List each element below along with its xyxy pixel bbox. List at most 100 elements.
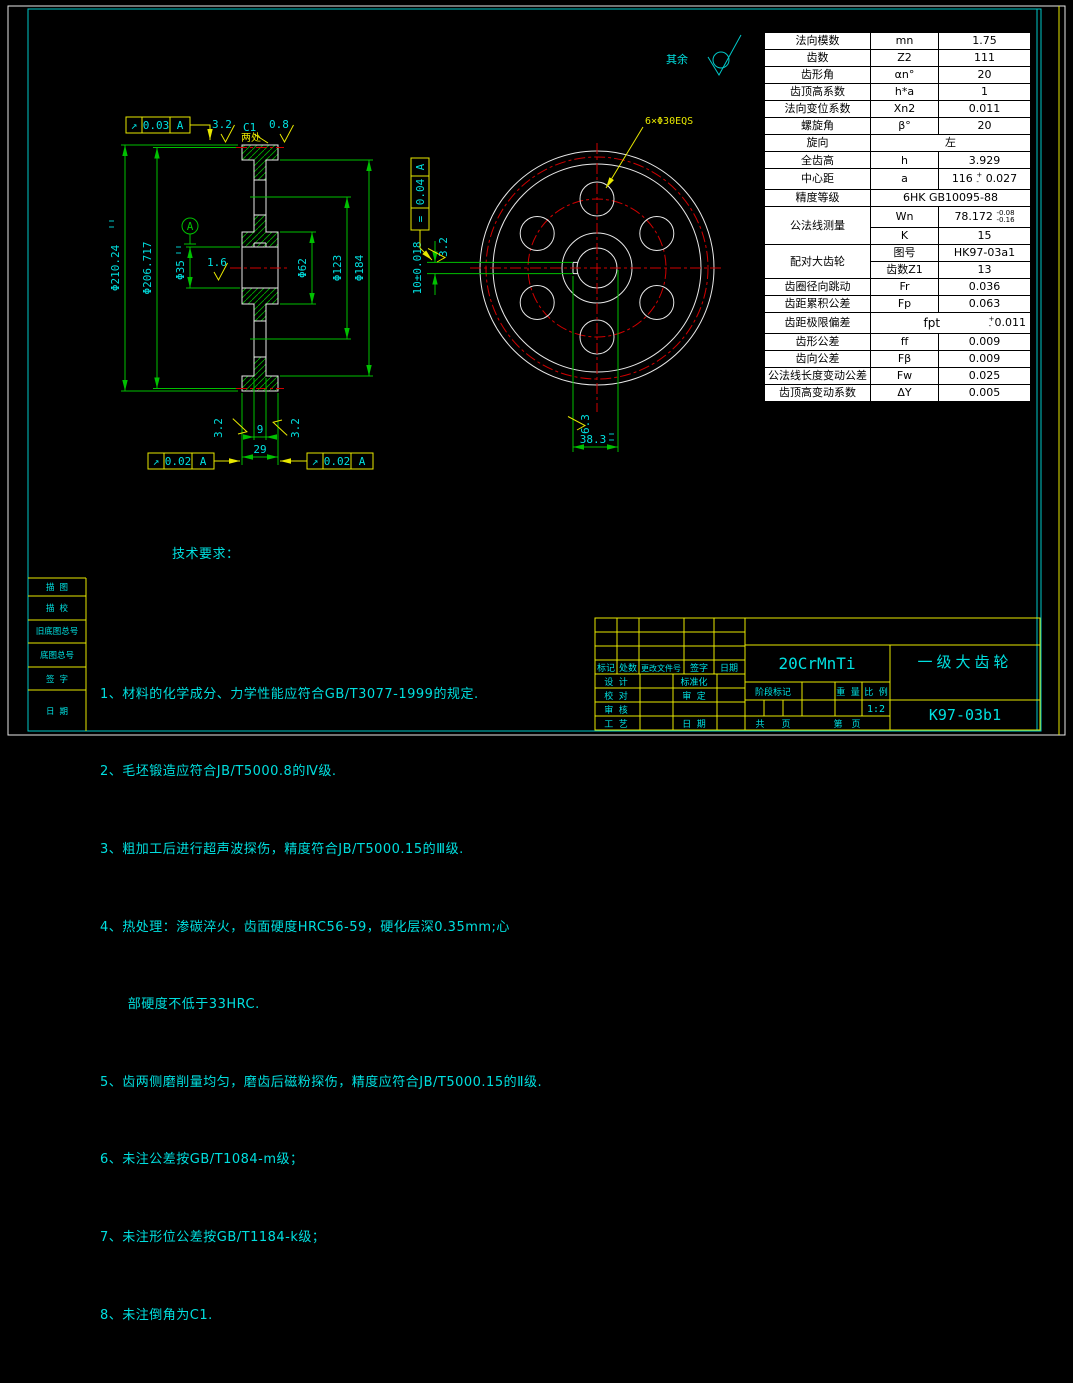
spec-label: 法向模数 xyxy=(765,33,871,50)
spec-label: 齿数 xyxy=(765,50,871,67)
spec-label: 全齿高 xyxy=(765,152,871,169)
spec-label: 齿距累积公差 xyxy=(765,296,871,313)
tb-label-approve: 审 定 xyxy=(682,690,705,702)
tb-scale-value: 1:2 xyxy=(867,704,885,715)
spec-row: 齿顶高变动系数 ΔY 0.005 xyxy=(765,384,1031,401)
spec-label: 齿形公差 xyxy=(765,333,871,350)
spec-label: 法向变位系数 xyxy=(765,101,871,118)
spec-value: 111 xyxy=(939,50,1031,67)
margin-blocks: 描 图 描 校 旧底图总号 底图总号 签 字 日 期 xyxy=(28,578,86,731)
spec-label: 精度等级 xyxy=(765,190,871,207)
runout-datum-ref: A xyxy=(177,119,184,132)
tb-label-page: 页 xyxy=(781,719,790,730)
tb-label-mark: 标记 xyxy=(597,662,615,674)
spec-symbol: Z2 xyxy=(871,50,939,67)
margin-old-base-no: 旧底图总号 xyxy=(36,626,79,637)
tb-part-name: 一级大齿轮 xyxy=(917,653,1012,671)
roughness-check-icon xyxy=(229,419,249,436)
spec-symbol: 齿数Z1 xyxy=(871,261,939,278)
tech-line: 1、材料的化学成分、力学性能应符合GB/T3077-1999的规定. xyxy=(100,685,542,704)
gear-parameter-table: 法向模数 mn 1.75 齿数 Z2 111 齿形角 αn° 20 齿 xyxy=(762,30,1033,404)
tb-label-total: 共 xyxy=(755,719,764,730)
spec-symbol: Fp xyxy=(871,296,939,313)
tb-drawing-number: K97-03b1 xyxy=(929,706,1001,724)
spec-label: 公法线测量 xyxy=(765,207,871,245)
runout-icon: ↗ xyxy=(312,455,319,468)
spec-value: 3.929 xyxy=(939,152,1031,169)
spec-value: 6HK GB10095-88 xyxy=(871,190,1031,207)
margin-sign: 签 字 xyxy=(46,674,68,685)
left-view-gear-section: Φ210.24 Φ206.717 Φ35 Φ62 Φ123 Φ184 9 29 … xyxy=(109,117,373,469)
od-tol-marks xyxy=(109,221,114,227)
tech-lines: 1、材料的化学成分、力学性能应符合GB/T3077-1999的规定. 2、毛坯锻… xyxy=(100,607,542,1364)
roughness-3-2-top: 3.2 xyxy=(212,118,232,131)
tech-line: 8、未注倒角为C1. xyxy=(100,1306,542,1325)
dim-od: Φ210.24 xyxy=(109,244,122,291)
datum-a: A xyxy=(182,218,198,244)
tb-label-scale: 比 例 xyxy=(864,686,887,698)
symmetry-icon: = xyxy=(414,215,427,222)
spec-symbol: a xyxy=(871,169,939,190)
spec-symbol: ΔY xyxy=(871,384,939,401)
margin-trace: 描 图 xyxy=(46,582,68,593)
spec-value: 0.036 xyxy=(939,278,1031,295)
spec-label: 齿圈径向跳动 xyxy=(765,278,871,295)
tech-line: 7、未注形位公差按GB/T1184-k级； xyxy=(100,1228,542,1247)
runout-frame-bottom-left: ↗ 0.02 A xyxy=(148,453,240,469)
spec-symbol: mn xyxy=(871,33,939,50)
tb-label-count: 处数 xyxy=(619,662,637,674)
tb-label-stage-mark: 阶段标记 xyxy=(755,686,791,698)
bore-and-keyway xyxy=(242,243,278,288)
tech-line: 4、热处理：渗碳淬火，齿面硬度HRC56-59，硬化层深0.35mm;心 xyxy=(100,918,542,937)
tb-label-audit: 审 核 xyxy=(604,704,627,716)
spec-value: fpt +- 0.011 xyxy=(871,313,1031,334)
tb-label-sign: 签字 xyxy=(690,662,708,674)
spec-symbol: ff xyxy=(871,333,939,350)
spec-row: 齿数 Z2 111 xyxy=(765,50,1031,67)
spec-value: HK97-03a1 xyxy=(939,244,1031,261)
tech-line: 3、粗加工后进行超声波探伤，精度符合JB/T5000.15的Ⅲ级. xyxy=(100,840,542,859)
spec-value: 20 xyxy=(939,67,1031,84)
tb-label-weight: 重 量 xyxy=(836,686,859,698)
keyway-depth-tol-marks xyxy=(609,434,614,440)
runout-icon: ↗ xyxy=(153,455,160,468)
spec-symbol: Fβ xyxy=(871,350,939,367)
tech-line: 5、齿两侧磨削量均匀，磨齿后磁粉探伤，精度应符合JB/T5000.15的Ⅱ级. xyxy=(100,1073,542,1092)
spec-symbol: 图号 xyxy=(871,244,939,261)
dim-hub: Φ62 xyxy=(296,258,309,278)
tech-line: 部硬度不低于33HRC. xyxy=(100,995,542,1014)
spec-symbol: K xyxy=(871,227,939,244)
tb-label-page2: 页 xyxy=(851,719,860,730)
spec-value: 116 +- 0.027 xyxy=(939,169,1031,190)
runout-datum-ref: A xyxy=(359,455,366,468)
dim-bore: Φ35 xyxy=(174,260,187,280)
roughness-1-6: 1.6 xyxy=(207,256,227,269)
runout-value: 0.03 xyxy=(143,119,170,132)
spec-value: 0.025 xyxy=(939,367,1031,384)
spec-row: 齿顶高系数 h*a 1 xyxy=(765,84,1031,101)
spec-value: 0.005 xyxy=(939,384,1031,401)
rest-roughness: 其余 xyxy=(666,35,741,75)
spec-row: 齿向公差 Fβ 0.009 xyxy=(765,350,1031,367)
spec-symbol: h xyxy=(871,152,939,169)
spec-row: 法向模数 mn 1.75 xyxy=(765,33,1031,50)
spec-symbol: Xn2 xyxy=(871,101,939,118)
spec-value: 13 xyxy=(939,261,1031,278)
spec-value: 15 xyxy=(939,227,1031,244)
spec-row: 螺旋角 β° 20 xyxy=(765,118,1031,135)
spec-row-mate: 配对大齿轮 图号 HK97-03a1 xyxy=(765,244,1031,261)
dim-bolt-circle: Φ123 xyxy=(331,255,344,282)
spec-row-wn: 公法线测量 Wn 78.172 -0.08-0.16 xyxy=(765,207,1031,228)
tech-title: 技术要求： xyxy=(172,545,542,564)
tb-material: 20CrMnTi xyxy=(778,654,855,673)
margin-trace-check: 描 校 xyxy=(46,603,69,614)
spec-row: 齿形公差 ff 0.009 xyxy=(765,333,1031,350)
spec-symbol: β° xyxy=(871,118,939,135)
spec-label: 中心距 xyxy=(765,169,871,190)
title-block: 标记 处数 更改文件号 签字 日期 设 计 标准化 校 对 审 定 审 核 工 … xyxy=(595,618,1040,730)
spec-value: 78.172 -0.08-0.16 xyxy=(939,207,1031,228)
spec-row-hand: 旋向 左 xyxy=(765,135,1031,152)
tech-line: 6、未注公差按GB/T1084-m级； xyxy=(100,1150,542,1169)
tb-label-standardize: 标准化 xyxy=(680,676,707,688)
spec-value: 1 xyxy=(939,84,1031,101)
